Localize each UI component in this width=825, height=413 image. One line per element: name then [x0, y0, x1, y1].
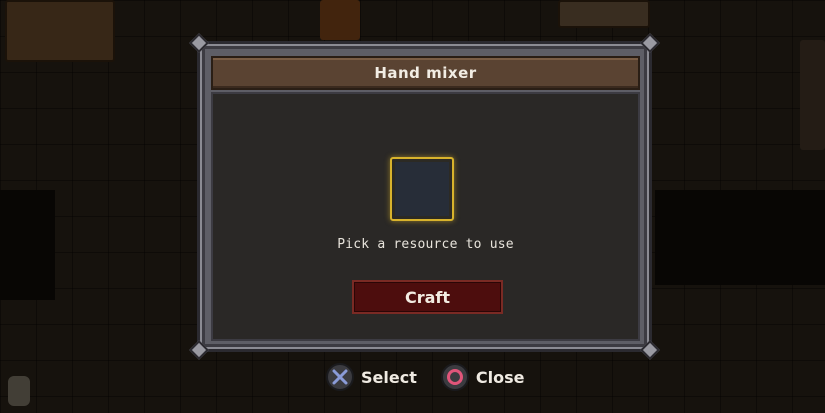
resource-prompt: Pick a resource to use	[337, 237, 514, 252]
circle-button-icon	[440, 363, 469, 391]
resource-slot[interactable]	[390, 157, 454, 221]
dialog-content: Pick a resource to use Craft	[211, 92, 640, 341]
close-hint-label: Close	[475, 367, 525, 387]
crafting-dialog: Hand mixer Pick a resource to use Craft	[189, 33, 660, 360]
select-hint[interactable]: Select	[326, 363, 417, 391]
dialog-title-bar: Hand mixer	[211, 56, 640, 90]
craft-button-label: Craft	[404, 287, 451, 307]
craft-button[interactable]: Craft	[352, 280, 503, 314]
cross-button-icon	[326, 363, 354, 391]
dialog-title: Hand mixer	[374, 64, 477, 82]
select-hint-label: Select	[361, 367, 417, 387]
close-hint[interactable]: Close	[440, 363, 525, 391]
controller-hints: Select Close	[326, 362, 524, 392]
